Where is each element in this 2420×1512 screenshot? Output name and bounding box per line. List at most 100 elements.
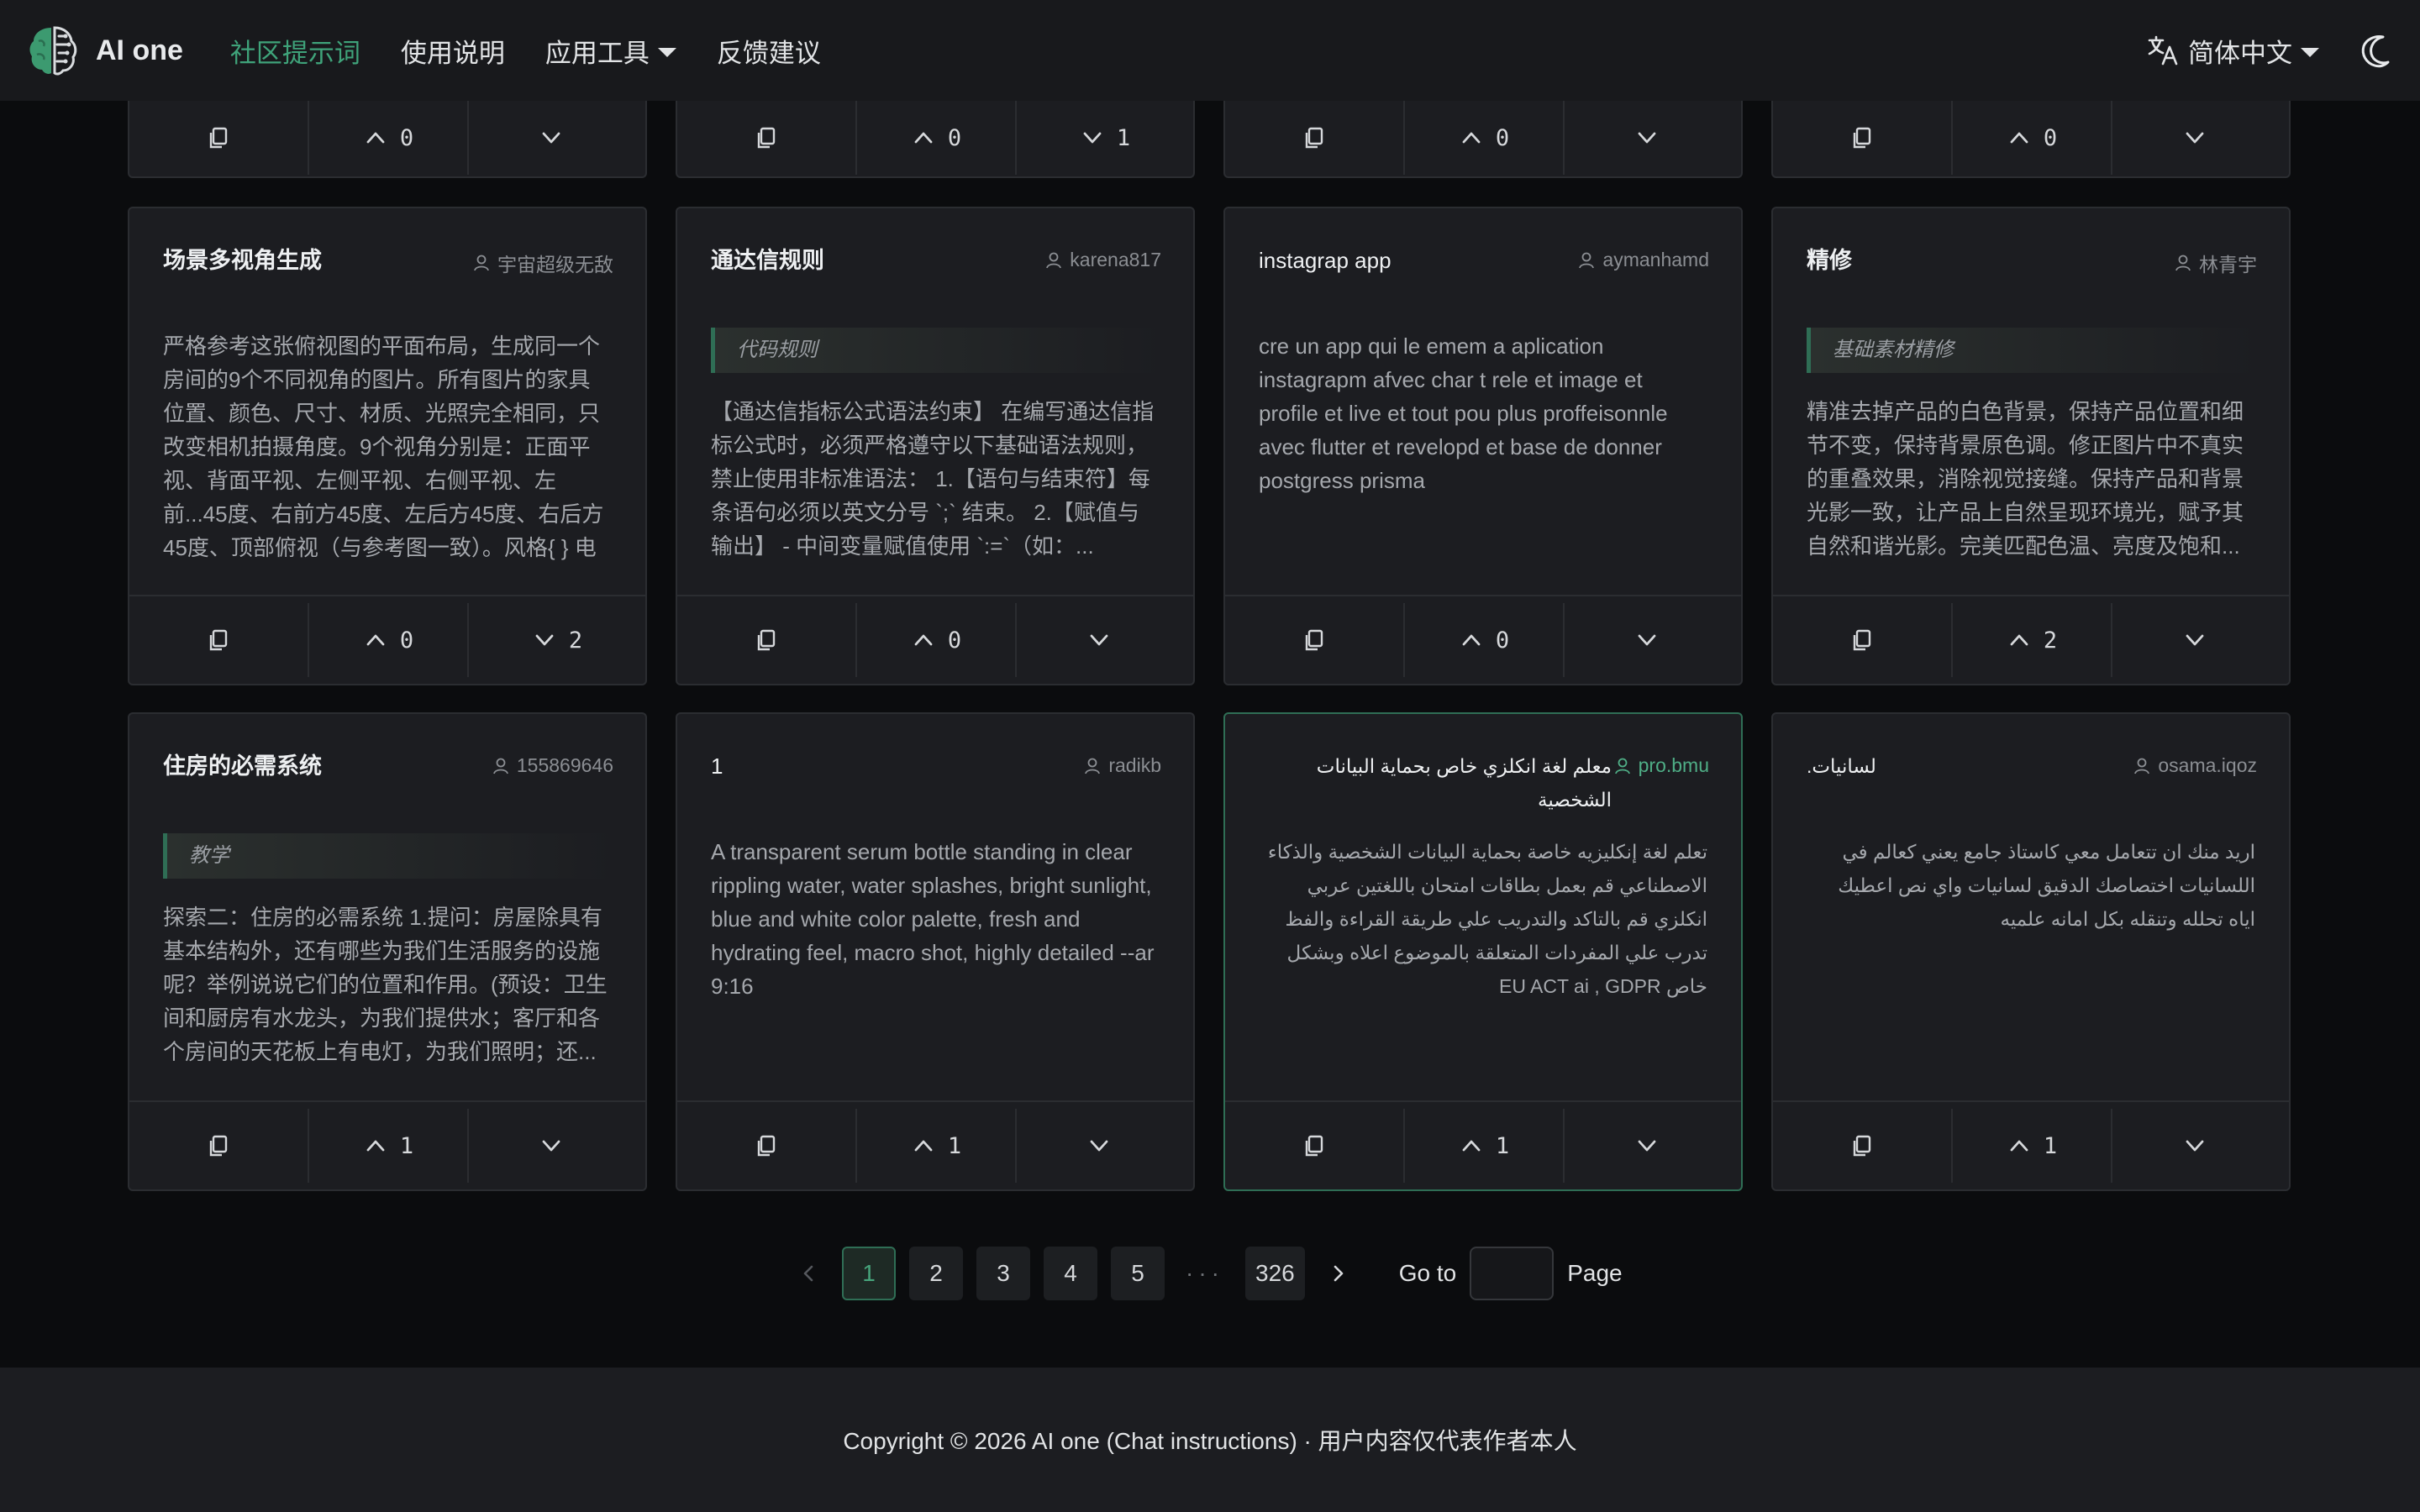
card-header: 1 radikb	[711, 749, 1161, 783]
upvote-button[interactable]: 0	[1405, 101, 1565, 175]
nav-instructions[interactable]: 使用说明	[401, 32, 505, 70]
chevron-up-icon	[914, 1140, 933, 1152]
language-selector[interactable]: 简体中文	[2146, 32, 2319, 70]
copy-button[interactable]	[1773, 101, 1953, 175]
downvote-button[interactable]	[1017, 1109, 1193, 1183]
card-title[interactable]: 通达信规则	[711, 244, 824, 277]
user-icon	[1579, 252, 1595, 268]
upvote-button[interactable]: 0	[309, 603, 469, 677]
prompt-card[interactable]: 1 radikb A transparent serum bottle stan…	[676, 712, 1195, 1191]
user-icon	[1614, 758, 1630, 774]
user-icon	[2175, 255, 2191, 271]
prompt-card-partial: 0	[128, 101, 647, 178]
upvote-button[interactable]: 0	[1953, 101, 2112, 175]
upvote-count: 0	[1495, 627, 1510, 654]
copy-icon	[1305, 629, 1323, 651]
upvote-button[interactable]: 0	[857, 101, 1017, 175]
upvote-button[interactable]: 1	[309, 1109, 469, 1183]
prompt-card[interactable]: معلم لغة انكلزي خاص بحماية البيانات الشخ…	[1223, 712, 1743, 1191]
prompt-card[interactable]: instagrap app aymanhamd cre un app qui l…	[1223, 207, 1743, 685]
copy-button[interactable]	[677, 603, 857, 677]
card-tag[interactable]: 教学	[163, 833, 613, 879]
card-author[interactable]: karena817	[1044, 249, 1161, 271]
chevron-up-icon	[914, 132, 933, 144]
card-title[interactable]: 1	[711, 749, 723, 783]
copy-button[interactable]	[1773, 1109, 1953, 1183]
prompt-card[interactable]: 通达信规则 karena817 代码规则 【通达信指标公式语法约束】 在编写通达…	[676, 207, 1195, 685]
card-tag[interactable]: 基础素材精修	[1807, 328, 2257, 373]
downvote-button[interactable]	[2112, 603, 2289, 677]
card-actions: 1	[677, 1100, 1193, 1189]
prompt-card[interactable]: 场景多视角生成 宇宙超级无敌 严格参考这张俯视图的平面布局，生成同一个房间的9个…	[128, 207, 647, 685]
prompt-card[interactable]: 精修 林青宇 基础素材精修 精准去掉产品的白色背景，保持产品位置和细节不变，保持…	[1771, 207, 2291, 685]
prompt-card[interactable]: 住房的必需系统 155869646 教学 探索二：住房的必需系统 1.提问：房屋…	[128, 712, 647, 1191]
upvote-button[interactable]: 1	[857, 1109, 1017, 1183]
copy-button[interactable]	[129, 1109, 309, 1183]
nav-feedback[interactable]: 反馈建议	[717, 32, 821, 70]
downvote-button[interactable]	[469, 1109, 645, 1183]
page-button-last[interactable]: 326	[1245, 1247, 1305, 1300]
card-tag[interactable]: 代码规则	[711, 328, 1161, 373]
card-title[interactable]: 场景多视角生成	[163, 244, 322, 277]
card-title[interactable]: 精修	[1807, 244, 1852, 277]
upvote-count: 1	[1495, 1132, 1510, 1159]
downvote-button[interactable]	[1565, 603, 1741, 677]
copy-button[interactable]	[1225, 1109, 1405, 1183]
downvote-button[interactable]	[2112, 101, 2289, 175]
downvote-button[interactable]	[1565, 1109, 1741, 1183]
downvote-count: 2	[568, 627, 583, 654]
upvote-button[interactable]: 0	[857, 603, 1017, 677]
downvote-button[interactable]	[1017, 603, 1193, 677]
card-title[interactable]: 住房的必需系统	[163, 749, 322, 783]
copy-button[interactable]	[1773, 603, 1953, 677]
site-footer: Copyright © 2026 AI one (Chat instructio…	[0, 1368, 2420, 1512]
brain-logo-icon	[29, 26, 77, 76]
card-title[interactable]: instagrap app	[1259, 244, 1392, 277]
upvote-count: 0	[1495, 124, 1510, 151]
page-ellipsis[interactable]: ···	[1178, 1260, 1232, 1287]
card-author[interactable]: 155869646	[492, 754, 613, 777]
next-page-button[interactable]	[1312, 1247, 1365, 1300]
upvote-button[interactable]: 1	[1953, 1109, 2112, 1183]
page-button-2[interactable]: 2	[909, 1247, 963, 1300]
page-button-4[interactable]: 4	[1044, 1247, 1097, 1300]
prev-page-button[interactable]	[781, 1247, 835, 1300]
copy-button[interactable]	[129, 603, 309, 677]
copy-button[interactable]	[1225, 603, 1405, 677]
prompt-card[interactable]: لسانيات. osama.iqoz اريد منك ان تتعامل م…	[1771, 712, 2291, 1191]
nav-community-prompts[interactable]: 社区提示词	[230, 32, 360, 70]
copy-button[interactable]	[129, 101, 309, 175]
chevron-down-icon	[2186, 634, 2204, 646]
page-button-1[interactable]: 1	[842, 1247, 896, 1300]
copy-icon	[757, 629, 776, 651]
page-button-3[interactable]: 3	[976, 1247, 1030, 1300]
upvote-button[interactable]: 2	[1953, 603, 2112, 677]
card-title[interactable]: معلم لغة انكلزي خاص بحماية البيانات الشخ…	[1259, 749, 1612, 816]
card-title[interactable]: لسانيات.	[1807, 749, 1876, 783]
card-author[interactable]: osama.iqoz	[2133, 754, 2257, 777]
moon-icon[interactable]	[2358, 32, 2395, 69]
downvote-button[interactable]	[2112, 1109, 2289, 1183]
goto-page-input[interactable]	[1470, 1247, 1555, 1300]
card-author[interactable]: 林青宇	[2174, 249, 2257, 277]
card-description: اريد منك ان تتعامل معي كاستاذ جامع يعني …	[1838, 841, 2255, 930]
copy-button[interactable]	[1225, 101, 1405, 175]
card-author[interactable]: radikb	[1083, 754, 1161, 777]
upvote-button[interactable]: 0	[1405, 603, 1565, 677]
upvote-button[interactable]: 1	[1405, 1109, 1565, 1183]
card-author[interactable]: aymanhamd	[1577, 249, 1709, 271]
card-author[interactable]: 宇宙超级无敌	[472, 249, 613, 277]
goto-page: Go to Page	[1399, 1247, 1623, 1300]
downvote-button[interactable]	[469, 101, 645, 175]
page-button-5[interactable]: 5	[1111, 1247, 1165, 1300]
upvote-button[interactable]: 0	[309, 101, 469, 175]
downvote-button[interactable]	[1565, 101, 1741, 175]
downvote-button[interactable]: 1	[1017, 101, 1193, 175]
card-author[interactable]: pro.bmu	[1613, 754, 1709, 777]
page-label: Page	[1567, 1260, 1623, 1286]
copy-button[interactable]	[677, 101, 857, 175]
nav-tools[interactable]: 应用工具	[545, 32, 676, 70]
copy-button[interactable]	[677, 1109, 857, 1183]
brand[interactable]: AI one	[25, 23, 183, 78]
downvote-button[interactable]: 2	[469, 603, 645, 677]
